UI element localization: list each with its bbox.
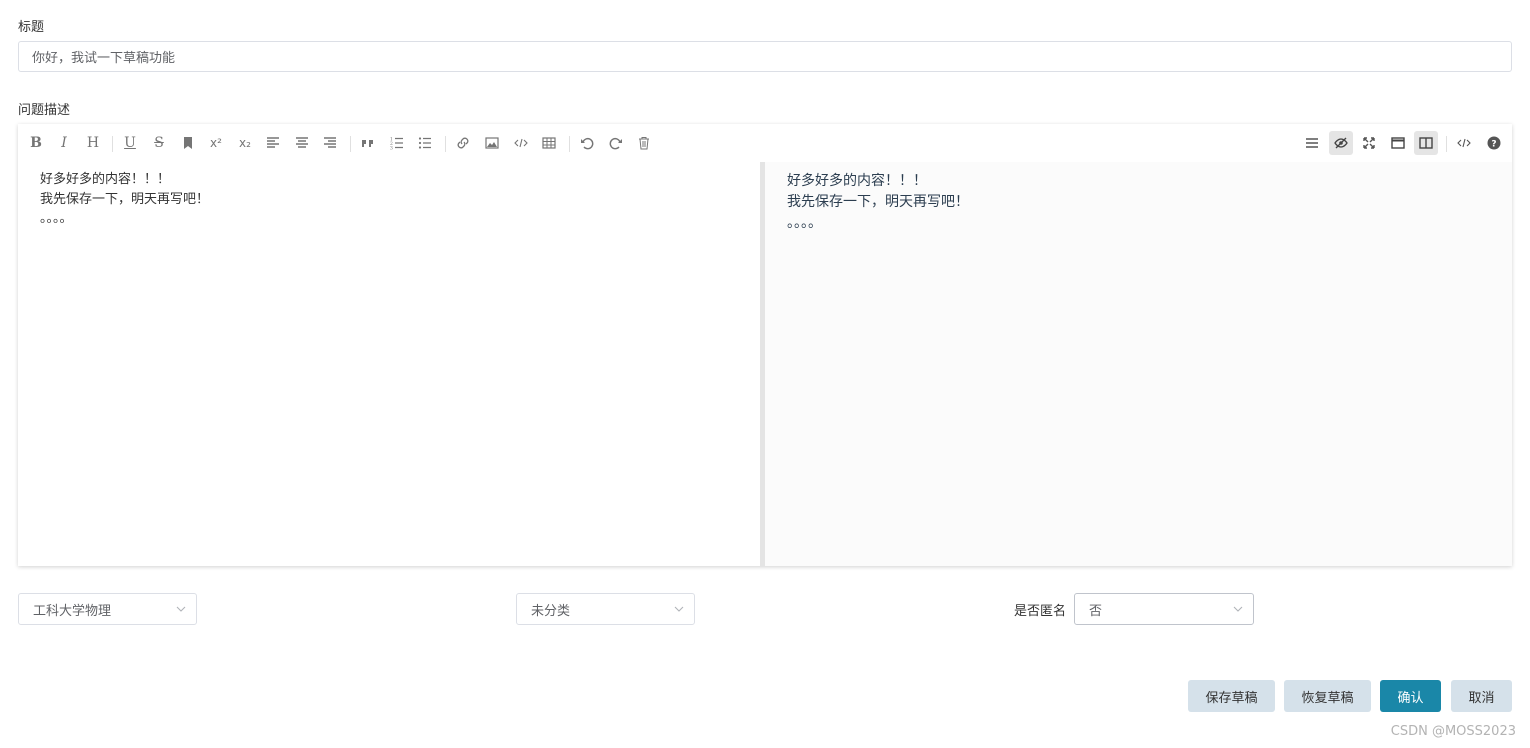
heading-icon[interactable]: H: [81, 131, 105, 155]
markdown-preview-pane: 好多好多的内容！！！ 我先保存一下，明天再写吧！ 。。。。: [765, 162, 1512, 566]
image-icon[interactable]: [480, 131, 504, 155]
svg-text:3: 3: [390, 146, 393, 151]
help-icon[interactable]: ?: [1482, 131, 1506, 155]
underline-icon[interactable]: U: [118, 131, 142, 155]
save-draft-button[interactable]: 保存草稿: [1188, 680, 1275, 712]
align-left-icon[interactable]: [261, 131, 285, 155]
redo-icon[interactable]: [604, 131, 628, 155]
edit-line: 。。。。: [40, 211, 73, 226]
align-center-icon[interactable]: [290, 131, 314, 155]
ordered-list-icon[interactable]: 123: [385, 131, 409, 155]
html-code-icon[interactable]: [1452, 131, 1476, 155]
category-select[interactable]: 未分类: [516, 593, 695, 625]
superscript-icon[interactable]: x²: [204, 131, 228, 155]
fullscreen-icon[interactable]: [1357, 131, 1381, 155]
anonymous-select[interactable]: 否: [1074, 593, 1254, 625]
table-icon[interactable]: [537, 131, 561, 155]
italic-icon[interactable]: I: [52, 131, 76, 155]
chevron-down-icon: [176, 606, 186, 612]
editor-toolbar: B I H U S x² x₂ 123 ?: [18, 124, 1512, 162]
restore-draft-button[interactable]: 恢复草稿: [1284, 680, 1371, 712]
subscript-icon[interactable]: x₂: [233, 131, 257, 155]
preview-toggle-icon[interactable]: [1329, 131, 1353, 155]
window-icon[interactable]: [1386, 131, 1410, 155]
chevron-down-icon: [1233, 606, 1243, 612]
anonymous-select-value: 否: [1089, 603, 1103, 619]
subject-select[interactable]: 工科大学物理: [18, 593, 197, 625]
anonymous-label: 是否匿名: [1014, 604, 1067, 619]
cancel-button[interactable]: 取消: [1451, 680, 1512, 712]
chevron-down-icon: [674, 606, 684, 612]
svg-text:?: ?: [1491, 140, 1496, 150]
bold-icon[interactable]: B: [24, 131, 48, 155]
unordered-list-icon[interactable]: [413, 131, 437, 155]
edit-line: 我先保存一下，明天再写吧！: [40, 191, 210, 207]
category-select-value: 未分类: [531, 603, 571, 619]
markdown-edit-pane[interactable]: 好多好多的内容！！！ 我先保存一下，明天再写吧！ 。。。。: [18, 162, 760, 566]
trash-icon[interactable]: [632, 131, 656, 155]
preview-line: 。。。。: [787, 215, 822, 231]
markdown-editor: B I H U S x² x₂ 123 ? 好多好多的内容！！！ 我先保存一下，…: [18, 124, 1512, 566]
preview-line: 我先保存一下，明天再写吧！: [787, 194, 969, 210]
subject-select-value: 工科大学物理: [33, 603, 112, 619]
title-label: 标题: [18, 20, 45, 35]
align-right-icon[interactable]: [318, 131, 342, 155]
edit-line: 好多好多的内容！！！: [40, 172, 171, 187]
navigation-icon[interactable]: [1300, 131, 1324, 155]
confirm-button[interactable]: 确认: [1380, 680, 1441, 712]
bookmark-icon[interactable]: [176, 131, 200, 155]
link-icon[interactable]: [451, 131, 475, 155]
description-label: 问题描述: [18, 103, 71, 118]
title-input[interactable]: [18, 41, 1512, 72]
undo-icon[interactable]: [575, 131, 599, 155]
split-view-icon[interactable]: [1414, 131, 1438, 155]
quote-icon[interactable]: [356, 131, 380, 155]
watermark: CSDN @MOSS2023: [1390, 724, 1516, 739]
code-icon[interactable]: [509, 131, 533, 155]
strikethrough-icon[interactable]: S: [147, 131, 171, 155]
preview-line: 好多好多的内容！！！: [787, 173, 927, 189]
